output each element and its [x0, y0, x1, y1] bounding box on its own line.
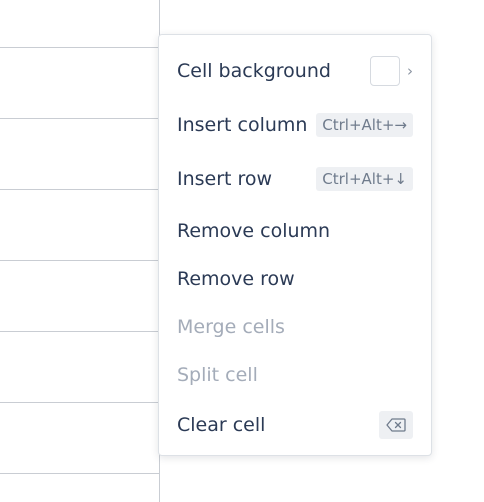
editor-canvas: Cell background › Insert column Ctrl+Alt…	[0, 0, 484, 502]
menu-item-merge-cells: Merge cells	[159, 305, 431, 349]
menu-item-label: Insert row	[177, 168, 273, 190]
table-row-divider	[0, 260, 160, 261]
menu-item-label: Clear cell	[177, 414, 266, 436]
menu-item-label: Split cell	[177, 364, 258, 386]
shortcut-badge: Ctrl+Alt+↓	[316, 167, 413, 191]
table-row-divider	[0, 47, 160, 48]
table-row-divider	[0, 331, 160, 332]
menu-item-label: Cell background	[177, 60, 331, 82]
table-row-divider	[0, 473, 160, 474]
menu-item-clear-cell[interactable]: Clear cell	[159, 403, 431, 447]
menu-item-label: Insert column	[177, 114, 308, 136]
menu-item-label: Remove row	[177, 268, 295, 290]
color-swatch[interactable]	[370, 56, 400, 86]
shortcut-badge: Ctrl+Alt+→	[316, 113, 413, 137]
menu-item-cell-background[interactable]: Cell background ›	[159, 49, 431, 93]
menu-item-insert-column[interactable]: Insert column Ctrl+Alt+→	[159, 103, 431, 147]
table-row-divider	[0, 118, 160, 119]
menu-item-remove-column[interactable]: Remove column	[159, 209, 431, 253]
backspace-icon-glyph	[386, 418, 406, 432]
table-row-divider	[0, 402, 160, 403]
menu-item-insert-row[interactable]: Insert row Ctrl+Alt+↓	[159, 157, 431, 201]
menu-item-remove-row[interactable]: Remove row	[159, 257, 431, 301]
menu-item-label: Remove column	[177, 220, 331, 242]
table	[0, 0, 160, 502]
menu-item-split-cell: Split cell	[159, 353, 431, 397]
table-context-menu: Cell background › Insert column Ctrl+Alt…	[158, 34, 432, 456]
backspace-icon	[379, 411, 413, 439]
menu-item-label: Merge cells	[177, 316, 285, 338]
table-row-divider	[0, 189, 160, 190]
cell-background-picker[interactable]: ›	[370, 56, 413, 86]
chevron-right-icon: ›	[407, 62, 413, 80]
